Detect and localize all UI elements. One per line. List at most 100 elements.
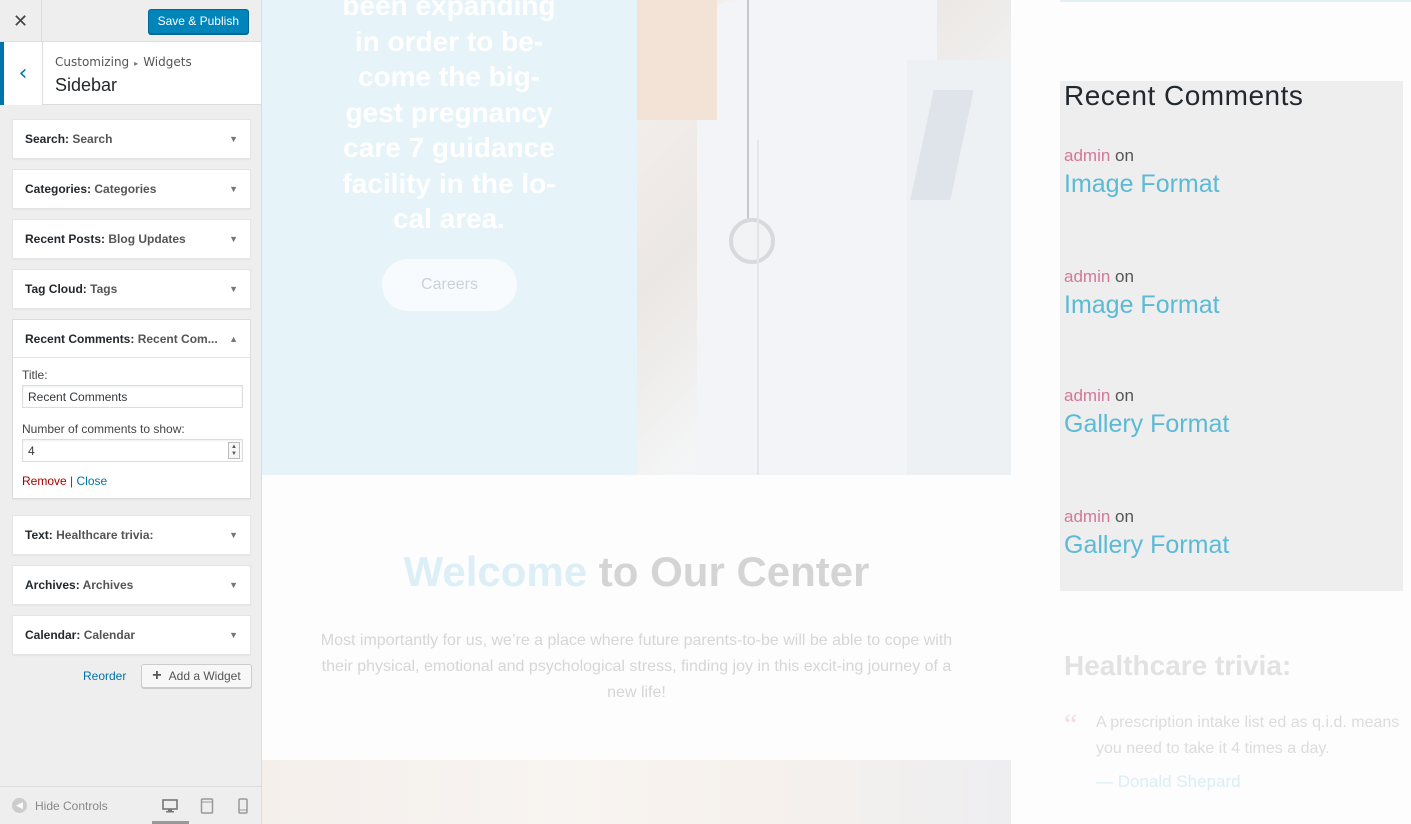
widget-type: Calendar	[25, 628, 77, 642]
widget-recent-comments[interactable]: Recent Comments: Recent Com... ▲ Title: …	[12, 319, 251, 499]
back-button[interactable]: ‹	[0, 42, 43, 105]
widget-type: Search	[25, 132, 66, 146]
breadcrumb: Customizing ▸ Widgets	[55, 55, 192, 69]
widget-header[interactable]: Search: Search ▼	[13, 120, 250, 158]
widget-header[interactable]: Tag Cloud: Tags ▼	[13, 270, 250, 308]
comment-author-link[interactable]: admin	[1064, 507, 1110, 526]
reorder-link[interactable]: Reorder	[83, 669, 126, 683]
comment-item: admin on Image Format	[1064, 146, 1220, 199]
widget-tag-cloud[interactable]: Tag Cloud: Tags ▼	[12, 269, 251, 309]
widget-header[interactable]: Recent Comments: Recent Com... ▲	[13, 320, 250, 358]
hero-line: facility in the lo-	[342, 167, 556, 199]
widget-header[interactable]: Calendar: Calendar ▼	[13, 616, 250, 654]
desktop-preview-icon[interactable]	[160, 795, 180, 817]
careers-button[interactable]: Careers	[382, 259, 517, 311]
hero-heading: been expanding in order to be- come the …	[318, 0, 580, 237]
hide-controls-button[interactable]: ◀ Hide Controls	[12, 798, 108, 813]
collapse-sidebar-icon: ◀	[12, 798, 27, 813]
widget-title: Calendar	[83, 628, 136, 642]
comment-post-link[interactable]: Image Format	[1064, 291, 1220, 320]
welcome-highlight: Welcome	[403, 548, 588, 595]
close-icon: ✕	[12, 10, 29, 32]
expand-arrow-icon[interactable]: ▼	[229, 234, 238, 244]
coat-fold	[757, 140, 887, 475]
title-input[interactable]	[22, 385, 243, 408]
remove-link[interactable]: Remove	[22, 474, 67, 488]
widget-title: Search	[72, 132, 113, 146]
widget-categories[interactable]: Categories: Categories ▼	[12, 169, 251, 209]
expand-arrow-icon[interactable]: ▼	[229, 580, 238, 590]
widget-recent-posts[interactable]: Recent Posts: Blog Updates ▼	[12, 219, 251, 259]
widget-search[interactable]: Search: Search ▼	[12, 119, 251, 159]
widget-type: Archives	[25, 578, 76, 592]
section-title: Sidebar	[55, 75, 118, 95]
save-publish-button[interactable]: Save & Publish	[147, 9, 249, 34]
widget-title: Blog Updates	[108, 232, 186, 246]
widget-archives[interactable]: Archives: Archives ▼	[12, 565, 251, 605]
comment-post-link[interactable]: Gallery Format	[1064, 410, 1229, 439]
comment-on-text: on	[1110, 267, 1134, 286]
trivia-title: Healthcare trivia:	[1064, 650, 1292, 681]
expand-arrow-icon[interactable]: ▼	[229, 134, 238, 144]
add-widget-button[interactable]: + Add a Widget	[141, 664, 252, 688]
comment-on-text: on	[1110, 507, 1134, 526]
expand-arrow-icon[interactable]: ▼	[229, 184, 238, 194]
breadcrumb-item: Customizing	[55, 55, 130, 69]
comments-count-label: Number of comments to show:	[22, 422, 185, 436]
quote-icon: “	[1064, 708, 1078, 741]
close-link[interactable]: Close	[77, 474, 108, 488]
comment-on-text: on	[1110, 146, 1134, 165]
hero-line: in order to be-	[354, 25, 544, 57]
hero-line: been expanding	[342, 0, 556, 21]
number-stepper[interactable]: ▲ ▼	[228, 442, 240, 459]
mobile-preview-icon[interactable]	[233, 795, 253, 817]
widget-form: Title: Number of comments to show: ▲▼ Re…	[13, 358, 250, 498]
section-header: ‹ Customizing ▸ Widgets Sidebar	[0, 42, 261, 105]
widget-header[interactable]: Categories: Categories ▼	[13, 170, 250, 208]
comment-on-text: on	[1110, 386, 1134, 405]
recent-comments-title: Recent Comments	[1064, 80, 1304, 111]
comment-author-link[interactable]: admin	[1064, 386, 1110, 405]
widget-header[interactable]: Recent Posts: Blog Updates ▼	[13, 220, 250, 258]
expand-arrow-icon[interactable]: ▼	[229, 530, 238, 540]
plus-icon: +	[152, 667, 162, 684]
widget-text[interactable]: Text: Healthcare trivia: ▼	[12, 515, 251, 555]
hero-text-panel: been expanding in order to be- come the …	[262, 0, 637, 475]
chevron-left-icon: ‹	[18, 61, 28, 86]
close-customizer-button[interactable]: ✕	[0, 0, 42, 42]
customizer-header-actions: ✕ Save & Publish	[0, 0, 261, 42]
welcome-heading: Welcome to Our Center	[262, 548, 1011, 596]
preview-sidebar: Recent Comments admin on Image Format ad…	[1060, 0, 1411, 824]
tablet-preview-icon[interactable]	[197, 795, 217, 817]
widget-header[interactable]: Archives: Archives ▼	[13, 566, 250, 604]
comment-item: admin on Image Format	[1064, 267, 1220, 320]
site-preview: been expanding in order to be- come the …	[262, 0, 1411, 824]
comment-post-link[interactable]: Gallery Format	[1064, 531, 1229, 560]
collapse-arrow-icon[interactable]: ▲	[229, 334, 238, 344]
widget-actions: Remove | Close	[22, 474, 241, 488]
hero-line: care 7 guidance	[343, 132, 555, 163]
doctor-photo	[637, 0, 1011, 475]
comment-post-link[interactable]: Image Format	[1064, 170, 1220, 199]
breadcrumb-item: Widgets	[143, 55, 192, 69]
add-widget-label: Add a Widget	[168, 669, 241, 683]
stepper-up-icon[interactable]: ▲	[231, 444, 237, 451]
widget-type: Recent Comments	[25, 331, 131, 346]
comment-author-link[interactable]: admin	[1064, 146, 1110, 165]
widget-calendar[interactable]: Calendar: Calendar ▼	[12, 615, 251, 655]
widget-type: Categories	[25, 182, 88, 196]
stepper-down-icon[interactable]: ▼	[231, 451, 237, 458]
expand-arrow-icon[interactable]: ▼	[229, 630, 238, 640]
comments-count-input[interactable]	[22, 439, 243, 462]
widget-title: Healthcare trivia:	[56, 528, 154, 542]
actions-divider: |	[70, 474, 74, 488]
widget-header[interactable]: Text: Healthcare trivia: ▼	[13, 516, 250, 554]
comments-count-field: ▲▼	[22, 439, 243, 462]
expand-arrow-icon[interactable]: ▼	[229, 284, 238, 294]
comment-author-link[interactable]: admin	[1064, 267, 1110, 286]
trivia-author: — Donald Shepard	[1096, 772, 1241, 791]
widget-type: Tag Cloud	[25, 282, 83, 296]
widget-title: Archives	[82, 578, 134, 592]
breadcrumb-separator-icon: ▸	[134, 59, 139, 68]
trivia-quote: A prescription intake list ed as q.i.d. …	[1096, 714, 1400, 757]
